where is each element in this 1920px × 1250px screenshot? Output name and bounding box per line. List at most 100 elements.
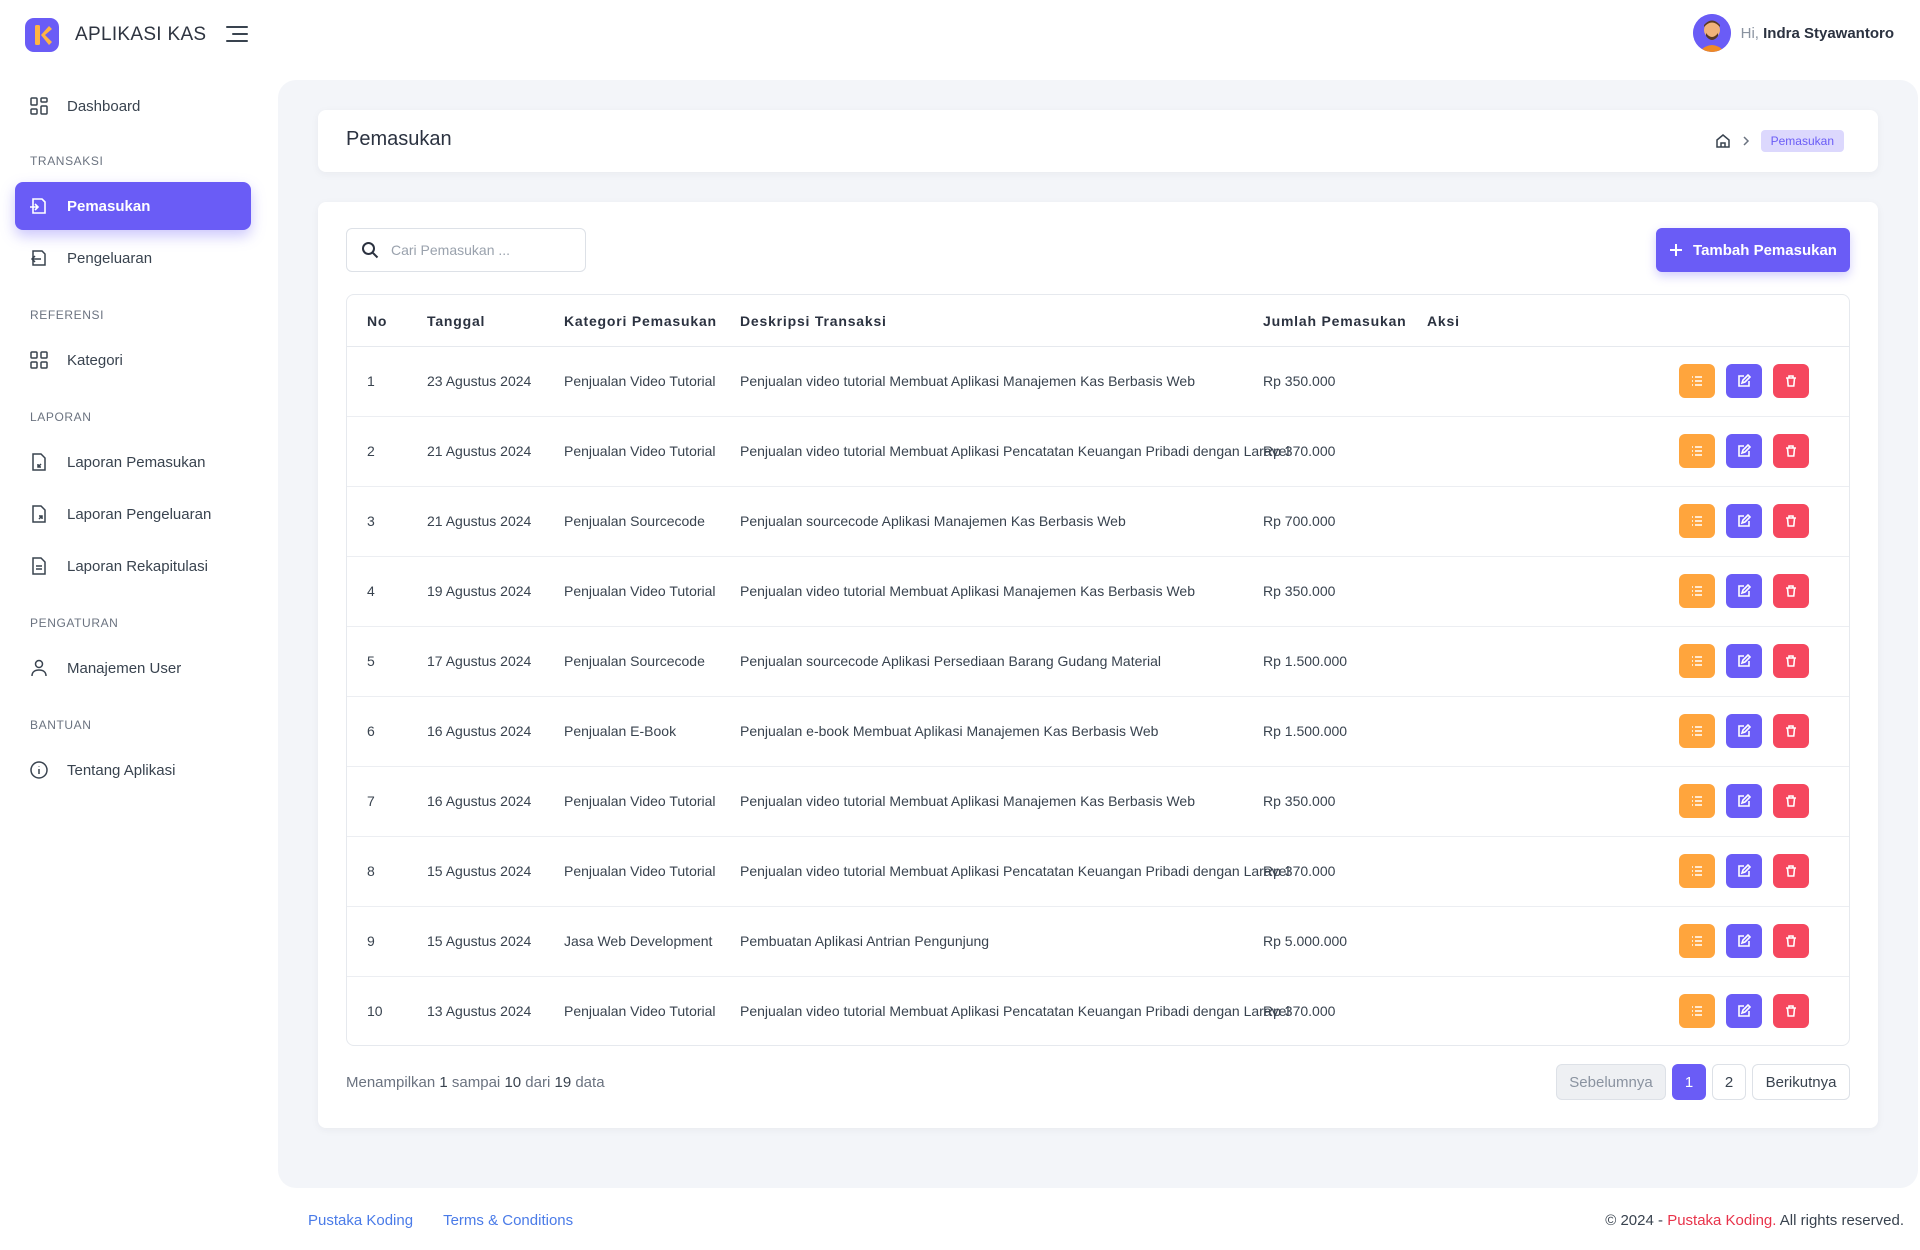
sidebar-item-laporan-rekapitulasi[interactable]: Laporan Rekapitulasi [15, 542, 251, 590]
user-menu[interactable]: Hi, Indra Styawantoro [1692, 14, 1894, 52]
col-deskripsi[interactable]: Deskripsi Transaksi [740, 313, 887, 329]
list-icon [1690, 374, 1704, 388]
list-icon [1690, 794, 1704, 808]
detail-button[interactable] [1679, 574, 1715, 608]
detail-button[interactable] [1679, 994, 1715, 1028]
detail-button[interactable] [1679, 714, 1715, 748]
detail-button[interactable] [1679, 364, 1715, 398]
next-page-button[interactable]: Berikutnya [1752, 1064, 1850, 1100]
cell-jumlah: Rp 5.000.000 [1263, 933, 1348, 949]
trash-icon [1784, 864, 1798, 878]
edit-icon [1737, 444, 1751, 458]
col-kategori[interactable]: Kategori Pemasukan [564, 313, 717, 329]
search-box[interactable] [346, 228, 586, 272]
sidebar-item-dashboard[interactable]: Dashboard [15, 82, 251, 130]
cell-deskripsi: Penjualan video tutorial Membuat Aplikas… [740, 863, 1290, 879]
sidebar-item-pengeluaran[interactable]: Pengeluaran [15, 234, 251, 282]
sidebar-item-manajemen-user[interactable]: Manajemen User [15, 644, 251, 692]
sidebar-item-pemasukan[interactable]: Pemasukan [15, 182, 251, 230]
edit-button[interactable] [1726, 714, 1762, 748]
edit-icon [1737, 864, 1751, 878]
list-icon [1690, 934, 1704, 948]
search-input[interactable] [391, 242, 561, 258]
sidebar-item-laporan-pemasukan[interactable]: Laporan Pemasukan [15, 438, 251, 486]
delete-button[interactable] [1773, 854, 1809, 888]
edit-button[interactable] [1726, 364, 1762, 398]
trash-icon [1784, 794, 1798, 808]
cell-no: 9 [367, 933, 375, 949]
delete-button[interactable] [1773, 994, 1809, 1028]
sidebar-item-kategori[interactable]: Kategori [15, 336, 251, 384]
cell-no: 3 [367, 513, 375, 529]
pagination-summary: Menampilkan 1 sampai 10 dari 19 data [346, 1074, 605, 1091]
page-button-2[interactable]: 2 [1712, 1064, 1746, 1100]
edit-button[interactable] [1726, 784, 1762, 818]
edit-button[interactable] [1726, 644, 1762, 678]
cell-jumlah: Rp 1.500.000 [1263, 653, 1348, 669]
table-row: 7 16 Agustus 2024 Penjualan Video Tutorial… [347, 767, 1849, 837]
cell-jumlah: Rp 350.000 [1263, 793, 1336, 809]
edit-icon [1737, 374, 1751, 388]
sidebar-item-tentang-aplikasi[interactable]: Tentang Aplikasi [15, 746, 251, 794]
app-name: APLIKASI KAS [75, 24, 207, 45]
add-pemasukan-button[interactable]: Tambah Pemasukan [1656, 228, 1850, 272]
detail-button[interactable] [1679, 434, 1715, 468]
footer-link-pustaka[interactable]: Pustaka Koding [308, 1212, 413, 1229]
row-actions [1679, 924, 1809, 958]
delete-button[interactable] [1773, 924, 1809, 958]
sidebar-item-label: Kategori [67, 351, 123, 369]
delete-button[interactable] [1773, 434, 1809, 468]
delete-button[interactable] [1773, 504, 1809, 538]
cell-jumlah: Rp 700.000 [1263, 513, 1336, 529]
edit-button[interactable] [1726, 994, 1762, 1028]
detail-button[interactable] [1679, 924, 1715, 958]
detail-button[interactable] [1679, 644, 1715, 678]
sidebar-item-label: Laporan Rekapitulasi [67, 557, 208, 575]
row-actions [1679, 644, 1809, 678]
list-icon [1690, 1004, 1704, 1018]
cell-deskripsi: Penjualan e-book Membuat Aplikasi Manaje… [740, 723, 1159, 739]
cell-deskripsi: Penjualan video tutorial Membuat Aplikas… [740, 1003, 1290, 1019]
col-no[interactable]: No [367, 313, 387, 329]
cell-tanggal: 21 Agustus 2024 [427, 443, 532, 459]
table-row: 5 17 Agustus 2024 Penjualan Sourcecode Penj… [347, 627, 1849, 697]
edit-icon [1737, 584, 1751, 598]
cell-tanggal: 16 Agustus 2024 [427, 793, 532, 809]
detail-button[interactable] [1679, 504, 1715, 538]
edit-button[interactable] [1726, 504, 1762, 538]
brand[interactable]: APLIKASI KAS [25, 18, 206, 52]
footer-link-terms[interactable]: Terms & Conditions [443, 1212, 573, 1229]
edit-button[interactable] [1726, 924, 1762, 958]
list-icon [1690, 654, 1704, 668]
copyright-brand-link[interactable]: Pustaka Koding. [1667, 1212, 1776, 1229]
col-jumlah[interactable]: Jumlah Pemasukan [1263, 313, 1407, 329]
cell-jumlah: Rp 370.000 [1263, 1003, 1336, 1019]
table-row: 1 23 Agustus 2024 Penjualan Video Tutorial… [347, 347, 1849, 417]
delete-button[interactable] [1773, 574, 1809, 608]
sidebar-item-laporan-pengeluaran[interactable]: Laporan Pengeluaran [15, 490, 251, 538]
cell-no: 10 [367, 1003, 383, 1019]
home-icon[interactable] [1715, 133, 1731, 149]
section-referensi: REFERENSI [30, 308, 105, 322]
app-root: APLIKASI KAS Hi, Indra Styawantoro Dashb… [0, 0, 1920, 1250]
delete-button[interactable] [1773, 714, 1809, 748]
cell-tanggal: 13 Agustus 2024 [427, 1003, 532, 1019]
delete-button[interactable] [1773, 644, 1809, 678]
search-icon [362, 242, 379, 259]
page-title: Pemasukan [346, 128, 452, 150]
delete-button[interactable] [1773, 784, 1809, 818]
edit-button[interactable] [1726, 434, 1762, 468]
edit-button[interactable] [1726, 574, 1762, 608]
detail-button[interactable] [1679, 784, 1715, 818]
edit-button[interactable] [1726, 854, 1762, 888]
cell-kategori: Penjualan Video Tutorial [564, 1003, 716, 1019]
cell-deskripsi: Penjualan video tutorial Membuat Aplikas… [740, 373, 1195, 389]
trash-icon [1784, 374, 1798, 388]
col-tanggal[interactable]: Tanggal [427, 313, 485, 329]
sidebar-toggle-icon[interactable] [225, 24, 249, 44]
detail-button[interactable] [1679, 854, 1715, 888]
prev-page-button[interactable]: Sebelumnya [1556, 1064, 1666, 1100]
page-button-1[interactable]: 1 [1672, 1064, 1706, 1100]
cell-no: 1 [367, 373, 375, 389]
delete-button[interactable] [1773, 364, 1809, 398]
